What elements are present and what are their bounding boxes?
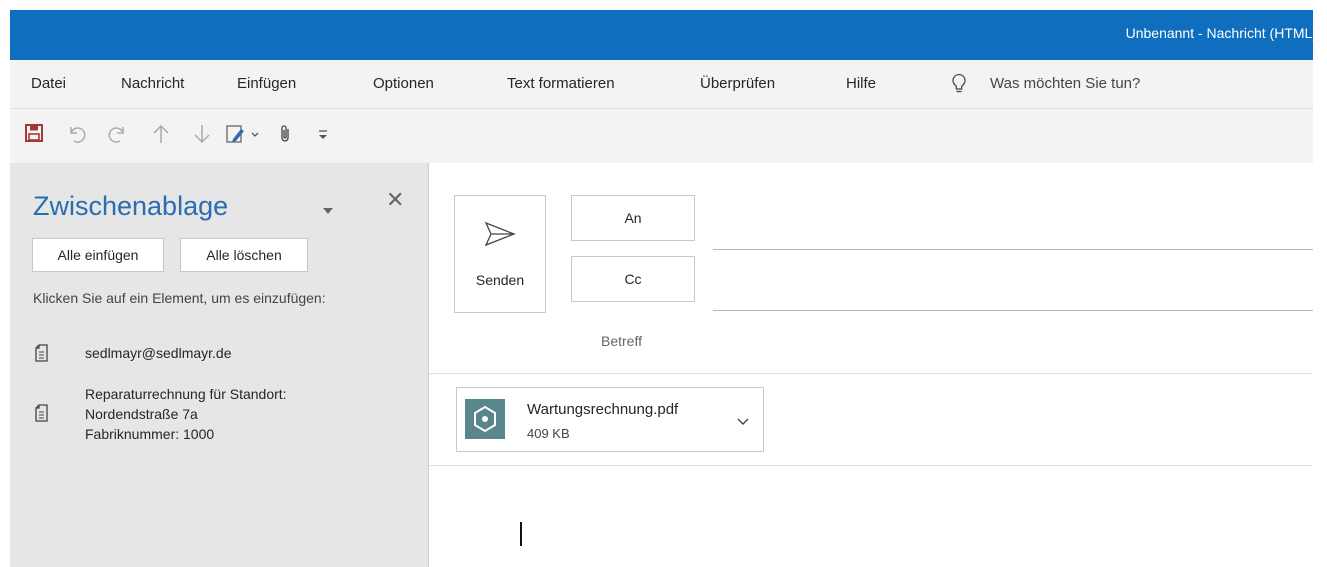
attachment-card[interactable]: Wartungsrechnung.pdf 409 KB [456, 387, 764, 452]
cc-field[interactable] [713, 310, 1313, 311]
undo-icon[interactable] [66, 123, 88, 150]
window-left-edge [0, 0, 10, 567]
quick-access-toolbar [10, 109, 1313, 163]
text-cursor[interactable] [520, 522, 522, 546]
window-right-edge [1313, 0, 1327, 567]
window-title: Unbenannt - Nachricht (HTML) [1125, 25, 1313, 41]
clipboard-item-line: Nordendstraße 7a [85, 406, 198, 422]
menu-optionen[interactable]: Optionen [373, 75, 434, 92]
send-button[interactable]: Senden [454, 195, 546, 313]
document-icon [33, 403, 51, 428]
menu-einfuegen[interactable]: Einfügen [237, 75, 296, 92]
menu-hilfe[interactable]: Hilfe [846, 75, 876, 92]
attachment-size: 409 KB [527, 426, 570, 441]
clipboard-item-line: Reparaturrechnung für Standort: [85, 386, 287, 402]
clear-all-button[interactable]: Alle löschen [180, 238, 308, 272]
menu-ueberpruefen[interactable]: Überprüfen [700, 75, 775, 92]
customize-icon[interactable] [316, 123, 330, 150]
menu-datei[interactable]: Datei [31, 75, 66, 92]
attachment-divider [429, 465, 1313, 466]
signature-icon[interactable] [225, 123, 261, 150]
header-divider [429, 373, 1313, 374]
tell-me-search[interactable]: Was möchten Sie tun? [990, 75, 1140, 92]
paste-all-button[interactable]: Alle einfügen [32, 238, 164, 272]
title-bar: Unbenannt - Nachricht (HTML) [10, 10, 1313, 60]
lightbulb-icon [950, 73, 968, 100]
cc-button[interactable]: Cc [571, 256, 695, 302]
menu-text-formatieren[interactable]: Text formatieren [507, 75, 615, 92]
menu-bar: Datei Nachricht Einfügen Optionen Text f… [10, 60, 1313, 109]
attach-icon[interactable] [278, 123, 292, 150]
clipboard-item-line: Fabriknummer: 1000 [85, 426, 215, 442]
attachment-name: Wartungsrechnung.pdf [527, 401, 679, 418]
clipboard-item-line: sedlmayr@sedlmayr.de [85, 345, 232, 361]
close-icon[interactable]: ✕ [386, 187, 404, 213]
up-arrow-icon[interactable] [152, 123, 170, 150]
send-label: Senden [475, 272, 525, 288]
chevron-down-icon[interactable] [737, 414, 749, 432]
save-icon[interactable] [24, 123, 44, 148]
down-arrow-icon[interactable] [193, 123, 211, 150]
attachment-icon [465, 399, 505, 439]
document-icon [33, 343, 51, 368]
pane-options-dropdown-icon[interactable] [321, 203, 335, 221]
clipboard-title: Zwischenablage [33, 191, 229, 221]
compose-area: Senden An Cc Betreff Wartungsrechnung.pd… [429, 163, 1313, 567]
menu-nachricht[interactable]: Nachricht [121, 75, 184, 92]
clipboard-hint: Klicken Sie auf ein Element, um es einzu… [33, 290, 326, 306]
send-icon [484, 220, 516, 253]
to-field[interactable] [713, 249, 1313, 250]
to-button[interactable]: An [571, 195, 695, 241]
subject-label: Betreff [601, 333, 642, 349]
clipboard-pane: Zwischenablage ✕ Alle einfügen Alle lösc… [10, 163, 429, 567]
redo-icon[interactable] [106, 123, 128, 150]
